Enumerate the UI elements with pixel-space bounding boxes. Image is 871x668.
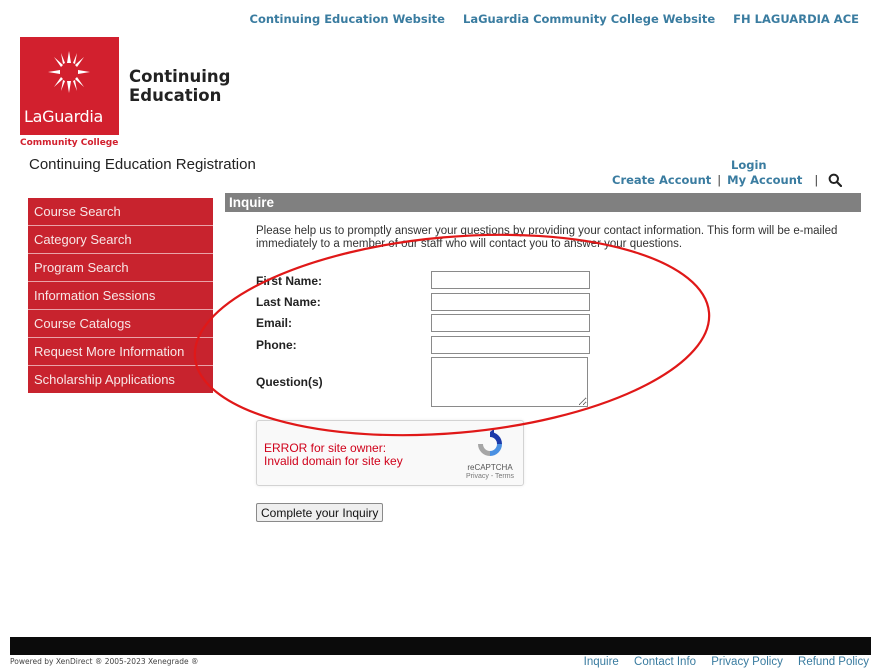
complete-inquiry-button[interactable]: Complete your Inquiry	[256, 503, 384, 522]
phone-field[interactable]	[431, 336, 590, 354]
recaptcha-icon	[478, 429, 502, 456]
powered-by-text: Powered by XenDirect ® 2005-2023 Xenegra…	[10, 657, 199, 666]
separator: |	[717, 173, 722, 187]
sidebar-item-information-sessions[interactable]: Information Sessions	[28, 282, 213, 310]
recaptcha-brand: reCAPTCHA Privacy - Terms	[461, 463, 519, 481]
fh-laguardia-ace-link[interactable]: FH LAGUARDIA ACE	[733, 12, 859, 26]
first-name-field[interactable]	[431, 271, 590, 289]
sidebar-item-scholarship-applications[interactable]: Scholarship Applications	[28, 366, 213, 393]
phone-label: Phone:	[256, 338, 297, 352]
laguardia-logo[interactable]: LaGuardia	[20, 37, 119, 135]
footer-links: Inquire Contact Info Privacy Policy Refu…	[572, 656, 869, 668]
footer-bar	[10, 637, 871, 655]
last-name-field[interactable]	[431, 293, 590, 311]
my-account-link[interactable]: My Account	[727, 173, 802, 187]
sidebar-item-course-catalogs[interactable]: Course Catalogs	[28, 310, 213, 338]
star-burst-icon	[48, 51, 90, 93]
logo-wordmark: LaGuardia	[24, 107, 104, 126]
email-label: Email:	[256, 316, 293, 330]
footer-inquire-link[interactable]: Inquire	[584, 656, 619, 668]
sidebar-item-course-search[interactable]: Course Search	[28, 198, 213, 226]
questions-label: Question(s)	[256, 375, 323, 389]
footer-privacy-policy-link[interactable]: Privacy Policy	[711, 656, 783, 668]
login-link[interactable]: Login	[731, 158, 767, 172]
sidebar-item-request-more-information[interactable]: Request More Information	[28, 338, 213, 366]
site-title: Continuing Education Registration	[29, 156, 256, 173]
laguardia-website-link[interactable]: LaGuardia Community College Website	[463, 12, 715, 26]
footer-refund-policy-link[interactable]: Refund Policy	[798, 656, 869, 668]
logo-name-line1: Continuing	[129, 67, 231, 86]
logo-college: Community College	[20, 138, 119, 148]
search-icon[interactable]	[828, 173, 843, 187]
logo-name-line2: Education	[129, 86, 222, 105]
recaptcha-brand-text: reCAPTCHA	[467, 463, 513, 472]
recaptcha-terms-link[interactable]: Privacy - Terms	[461, 472, 519, 481]
intro-text: Please help us to promptly answer your q…	[256, 225, 838, 250]
account-links: Create Account | My Account |	[612, 173, 843, 187]
last-name-label: Last Name:	[256, 295, 321, 309]
first-name-label: First Name:	[256, 274, 323, 288]
logo-name: Continuing Education	[129, 67, 230, 105]
recaptcha-error-line2: Invalid domain for site key	[264, 454, 403, 468]
top-links: Continuing Education Website LaGuardia C…	[236, 12, 860, 26]
page-title: Inquire	[225, 193, 861, 212]
sidebar-nav: Course Search Category Search Program Se…	[28, 198, 213, 393]
separator: |	[814, 173, 819, 187]
recaptcha-widget[interactable]: ERROR for site owner: Invalid domain for…	[256, 420, 524, 486]
footer-contact-info-link[interactable]: Contact Info	[634, 656, 696, 668]
email-field[interactable]	[431, 314, 590, 332]
recaptcha-error: ERROR for site owner: Invalid domain for…	[264, 442, 403, 468]
questions-textarea[interactable]	[431, 357, 588, 407]
sidebar-item-category-search[interactable]: Category Search	[28, 226, 213, 254]
continuing-education-website-link[interactable]: Continuing Education Website	[250, 12, 445, 26]
create-account-link[interactable]: Create Account	[612, 173, 711, 187]
sidebar-item-program-search[interactable]: Program Search	[28, 254, 213, 282]
